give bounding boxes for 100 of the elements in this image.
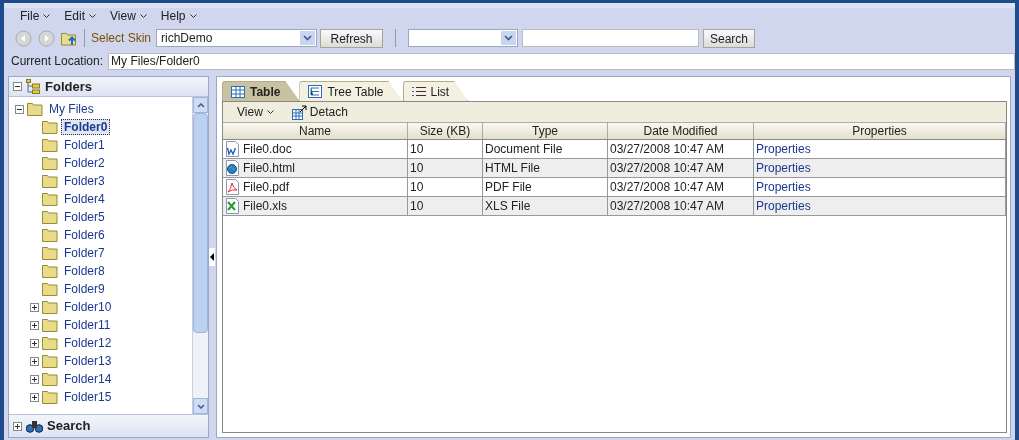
collapse-icon[interactable] (14, 104, 24, 114)
folder-icon (42, 192, 58, 206)
table-cell: File0.html (223, 159, 408, 177)
folder-label[interactable]: My Files (46, 101, 97, 117)
menu-item[interactable]: File (20, 7, 51, 25)
skin-dropdown[interactable]: richDemo (156, 29, 318, 47)
table-cell: 03/27/2008 10:47 AM (608, 140, 754, 158)
caret-icon (266, 110, 274, 114)
view-menu[interactable]: View (237, 103, 274, 121)
folder-label[interactable]: Folder14 (61, 371, 115, 387)
folder-tree-icon (26, 79, 41, 94)
scrollbar[interactable] (192, 97, 208, 414)
expand-icon[interactable] (29, 374, 39, 384)
expand-icon[interactable] (29, 302, 39, 312)
folder-icon (42, 318, 58, 332)
expand-icon[interactable] (29, 356, 39, 366)
folder-label[interactable]: Folder12 (61, 335, 115, 351)
table-cell: File0.doc (223, 140, 408, 158)
folder-label[interactable]: Folder7 (61, 245, 108, 261)
table-cell: Document File (483, 140, 608, 158)
expand-icon[interactable] (29, 392, 39, 402)
table-cell: File0.pdf (223, 178, 408, 196)
search-panel-header[interactable]: Search (9, 415, 208, 437)
detach-button[interactable]: Detach (291, 103, 348, 121)
folder-up-icon[interactable] (61, 30, 78, 46)
folder-icon (42, 390, 58, 404)
folders-panel-header[interactable]: Folders (9, 77, 208, 97)
table-cell: HTML File (483, 159, 608, 177)
caret-icon (189, 14, 197, 18)
column-header[interactable]: Name (223, 123, 408, 139)
table-cell: 10 (408, 159, 483, 177)
folder-label[interactable]: Folder13 (61, 353, 115, 369)
folder-icon (42, 264, 58, 278)
folder-icon (42, 372, 58, 386)
folder-icon (42, 156, 58, 170)
tab[interactable]: List (402, 81, 469, 101)
table-cell: 03/27/2008 10:47 AM (608, 178, 754, 196)
tab[interactable]: Tree Table (299, 81, 403, 101)
table-cell: 10 (408, 178, 483, 196)
folder-label[interactable]: Folder8 (61, 263, 108, 279)
table-cell: 03/27/2008 10:47 AM (608, 159, 754, 177)
table-cell: 10 (408, 140, 483, 158)
folder-icon (42, 246, 58, 260)
column-header[interactable]: Date Modified (608, 123, 754, 139)
properties-link[interactable]: Properties (756, 178, 811, 196)
column-header[interactable]: Properties (754, 123, 1006, 139)
binoculars-icon (26, 419, 43, 433)
table-cell: File0.xls (223, 197, 408, 215)
folder-label[interactable]: Folder10 (61, 299, 115, 315)
folder-icon (42, 300, 58, 314)
folder-label[interactable]: Folder9 (61, 281, 108, 297)
caret-icon (43, 14, 51, 18)
folder-label[interactable]: Folder0 (61, 119, 111, 135)
list-icon (411, 86, 426, 97)
select-skin-label: Select Skin (91, 30, 152, 47)
folder-label[interactable]: Folder3 (61, 173, 108, 189)
expand-icon[interactable] (13, 421, 22, 431)
folder-icon (42, 336, 58, 350)
search-field[interactable] (522, 29, 700, 47)
column-header[interactable]: Type (483, 123, 608, 139)
folder-icon (42, 120, 58, 134)
properties-link[interactable]: Properties (756, 140, 811, 158)
scroll-up-icon[interactable] (196, 102, 205, 108)
detach-icon (291, 104, 307, 120)
folder-icon (27, 102, 43, 116)
refresh-button[interactable]: Refresh (320, 28, 384, 48)
expand-icon[interactable] (29, 338, 39, 348)
tab[interactable]: Table (222, 81, 300, 101)
table-cell: 10 (408, 197, 483, 215)
grid-icon (231, 85, 245, 98)
folder-label[interactable]: Folder4 (61, 191, 108, 207)
menu-item[interactable]: Edit (64, 7, 97, 25)
folder-label[interactable]: Folder6 (61, 227, 108, 243)
folder-icon (42, 138, 58, 152)
folder-label[interactable]: Folder15 (61, 389, 115, 405)
location-label: Current Location: (11, 53, 104, 70)
column-header[interactable]: Size (KB) (408, 123, 483, 139)
tree-table-icon (308, 85, 323, 98)
folder-label[interactable]: Folder11 (61, 317, 114, 333)
collapse-icon[interactable] (13, 82, 22, 91)
folder-icon (42, 174, 58, 188)
caret-icon (139, 14, 147, 18)
properties-link[interactable]: Properties (756, 197, 811, 215)
menu-item[interactable]: Help (160, 7, 197, 25)
menu-item[interactable]: View (110, 7, 147, 25)
folder-label[interactable]: Folder1 (61, 137, 108, 153)
folder-icon (42, 210, 58, 224)
folders-panel-title: Folders (45, 77, 92, 96)
search-panel-title: Search (47, 417, 91, 436)
collapse-splitter-icon[interactable] (209, 248, 215, 266)
scroll-down-icon[interactable] (196, 403, 205, 409)
folder-label[interactable]: Folder2 (61, 155, 108, 171)
search-button[interactable]: Search (703, 28, 756, 48)
table-cell: XLS File (483, 197, 608, 215)
location-field[interactable]: My Files/Folder0 (108, 52, 1015, 70)
properties-link[interactable]: Properties (756, 159, 811, 177)
table-cell: 03/27/2008 10:47 AM (608, 197, 754, 215)
expand-icon[interactable] (29, 320, 39, 330)
folder-label[interactable]: Folder5 (61, 209, 108, 225)
folder-icon (42, 282, 58, 296)
